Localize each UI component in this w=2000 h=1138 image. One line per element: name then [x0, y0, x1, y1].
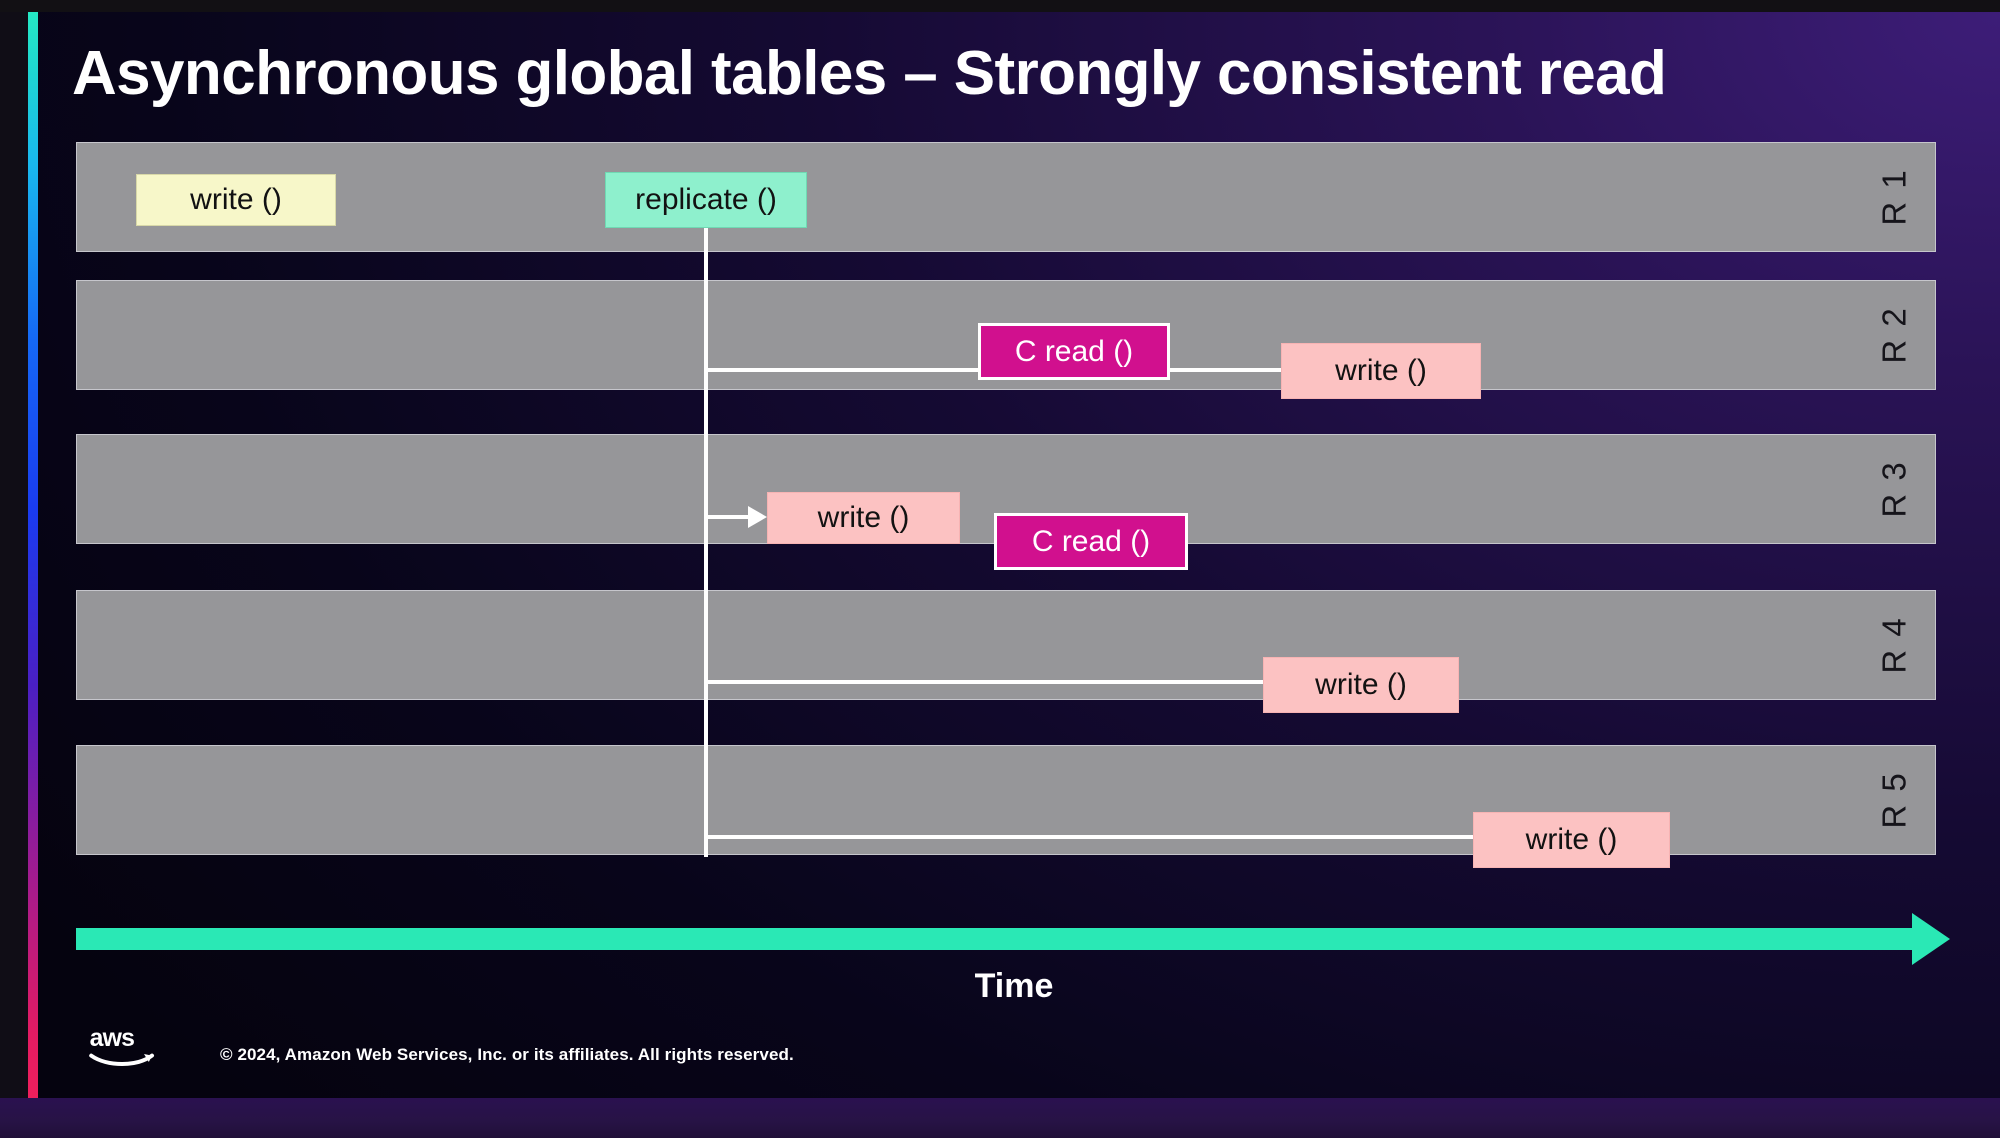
region-row-r1: R 1 — [76, 142, 1936, 252]
replicate-trunk-line — [704, 228, 708, 857]
op-r5-write[interactable]: write () — [1473, 812, 1670, 868]
copyright-text: © 2024, Amazon Web Services, Inc. or its… — [220, 1045, 794, 1064]
slide-frame: Asynchronous global tables – Strongly co… — [0, 0, 2000, 1138]
time-axis-label: Time — [974, 967, 1054, 1005]
time-axis-arrowhead-icon — [1912, 913, 1950, 965]
op-r2-consistent-read[interactable]: C read () — [978, 323, 1170, 380]
region-label-r5: R 5 — [1875, 771, 1913, 829]
region-label-r1: R 1 — [1875, 168, 1913, 226]
op-r3-write[interactable]: write () — [767, 492, 960, 544]
op-r4-write[interactable]: write () — [1263, 657, 1459, 713]
op-r3-consistent-read[interactable]: C read () — [994, 513, 1188, 570]
time-axis-bar — [76, 928, 1912, 950]
region-label-r2: R 2 — [1875, 306, 1913, 364]
top-bezel-strip — [0, 0, 2000, 12]
svg-text:aws: aws — [90, 1025, 134, 1052]
bottom-bezel-strip — [0, 1098, 2000, 1138]
aws-logo: aws — [88, 1022, 168, 1070]
op-r1-replicate[interactable]: replicate () — [605, 172, 807, 228]
replicate-branch-line-r4 — [704, 680, 1294, 684]
region-label-r4: R 4 — [1875, 616, 1913, 674]
slide-canvas: Asynchronous global tables – Strongly co… — [28, 12, 2000, 1098]
timeline-diagram: R 1 write () replicate () R 2 C read () … — [28, 12, 2000, 1098]
op-r1-write[interactable]: write () — [136, 174, 336, 226]
replicate-branch-line-r5 — [704, 835, 1504, 839]
op-r2-write[interactable]: write () — [1281, 343, 1481, 399]
replicate-arrowhead-r3 — [748, 506, 767, 528]
replicate-branch-line-r3 — [704, 515, 750, 519]
region-label-r3: R 3 — [1875, 460, 1913, 518]
